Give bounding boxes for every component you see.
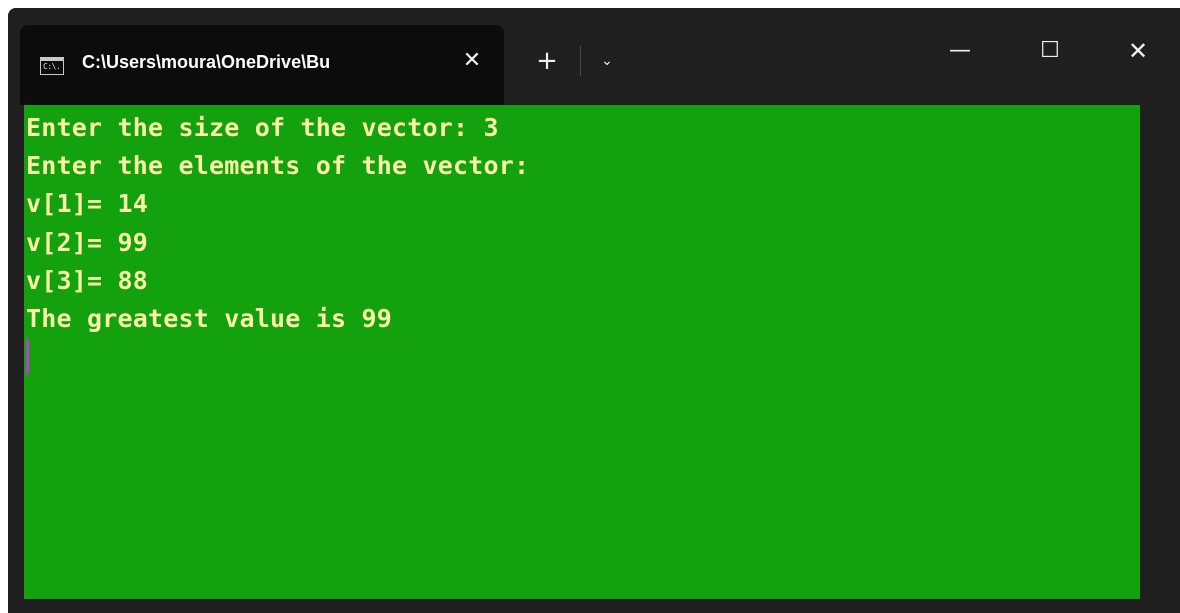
minimize-button[interactable]: — — [930, 26, 990, 76]
title-bar: C:\. C:\Users\moura\OneDrive\Bu ✕ + ⌄ — … — [8, 8, 1180, 105]
terminal-window: C:\. C:\Users\moura\OneDrive\Bu ✕ + ⌄ — … — [8, 8, 1180, 613]
console-line-result: The greatest value is 99 — [26, 304, 393, 334]
console-line-elements-prompt: Enter the elements of the vector: — [26, 151, 530, 181]
command-prompt-icon: C:\. — [40, 57, 64, 75]
tab-close-button[interactable]: ✕ — [456, 45, 488, 77]
new-tab-button[interactable]: + — [530, 44, 564, 78]
terminal-tab[interactable]: C:\. C:\Users\moura\OneDrive\Bu ✕ — [20, 25, 504, 105]
console-line-size-prompt: Enter the size of the vector: 3 — [26, 113, 499, 142]
tab-divider — [580, 46, 581, 76]
console-line-element-2: v[2]= 99 — [26, 227, 149, 257]
tab-dropdown-button[interactable]: ⌄ — [592, 46, 622, 76]
console-output[interactable]: Enter the size of the vector: 3 Enter th… — [24, 105, 1140, 599]
console-line-element-3: v[3]= 88 — [26, 265, 149, 295]
text-cursor — [26, 339, 29, 376]
close-window-button[interactable]: ✕ — [1108, 26, 1168, 76]
tab-title: C:\Users\moura\OneDrive\Bu — [82, 52, 331, 72]
command-prompt-icon-label: C:\. — [43, 62, 61, 71]
console-line-element-1: v[1]= 14 — [26, 189, 149, 219]
maximize-button[interactable]: ☐ — [1020, 26, 1080, 76]
